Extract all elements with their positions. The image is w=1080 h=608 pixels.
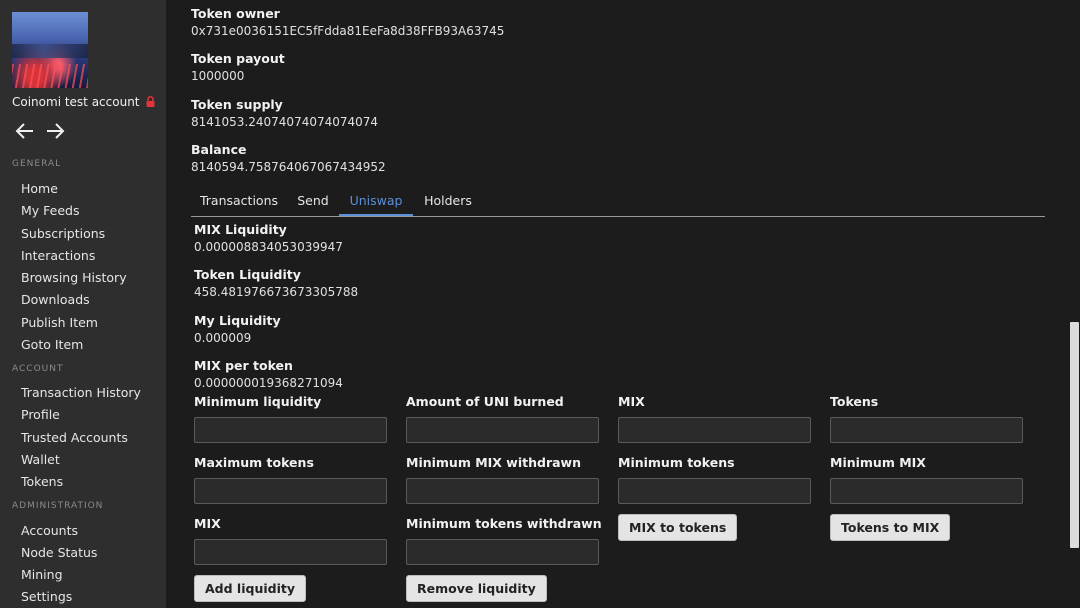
sidebar-item-wallet[interactable]: Wallet xyxy=(21,452,60,467)
sidebar-item-goto-item[interactable]: Goto Item xyxy=(21,337,83,352)
swap-mix-label: MIX xyxy=(618,394,645,409)
mix-liquidity-value: 0.000008834053039947 xyxy=(194,240,343,254)
mix-per-token-label: MIX per token xyxy=(194,358,293,373)
minimum-mix-label: Minimum MIX xyxy=(830,455,926,470)
scroll-thumb[interactable] xyxy=(1070,322,1079,548)
swap-tokens-label: Tokens xyxy=(830,394,879,409)
account-name[interactable]: Coinomi test account xyxy=(12,95,155,110)
remove-liquidity-button[interactable]: Remove liquidity xyxy=(406,575,547,602)
sidebar-item-accounts[interactable]: Accounts xyxy=(21,523,78,538)
token-liquidity-value: 458.481976673673305788 xyxy=(194,285,359,299)
add-mix-label: MIX xyxy=(194,516,221,531)
sidebar-item-browsing-history[interactable]: Browsing History xyxy=(21,270,127,285)
sidebar-item-tokens[interactable]: Tokens xyxy=(21,474,63,489)
mix-to-tokens-button[interactable]: MIX to tokens xyxy=(618,514,738,541)
scrollbar[interactable] xyxy=(1069,0,1080,608)
sidebar: Coinomi test account GENERAL Home My Fee… xyxy=(0,0,166,608)
sidebar-item-mining[interactable]: Mining xyxy=(21,567,63,582)
token-owner-label: Token owner xyxy=(191,6,280,21)
avatar[interactable] xyxy=(12,12,88,88)
add-liquidity-button[interactable]: Add liquidity xyxy=(194,575,306,602)
uni-burned-label: Amount of UNI burned xyxy=(406,394,564,409)
tab-holders[interactable]: Holders xyxy=(413,186,483,215)
sidebar-item-trusted-accounts[interactable]: Trusted Accounts xyxy=(21,430,128,445)
tab-uniswap[interactable]: Uniswap xyxy=(339,186,413,216)
token-supply-value: 8141053.24074074074074074 xyxy=(191,115,379,129)
section-general: GENERAL xyxy=(12,159,62,169)
sidebar-item-home[interactable]: Home xyxy=(21,181,58,196)
sidebar-item-subscriptions[interactable]: Subscriptions xyxy=(21,226,105,241)
token-payout-label: Token payout xyxy=(191,51,285,66)
token-supply-label: Token supply xyxy=(191,97,283,112)
history-navigation xyxy=(14,120,66,142)
minimum-tokens-input[interactable] xyxy=(618,478,811,504)
minimum-tokens-withdrawn-label: Minimum tokens withdrawn xyxy=(406,516,602,531)
sidebar-item-interactions[interactable]: Interactions xyxy=(21,248,95,263)
minimum-liquidity-label: Minimum liquidity xyxy=(194,394,322,409)
uni-burned-input[interactable] xyxy=(406,417,599,443)
section-administration: ADMINISTRATION xyxy=(12,501,104,511)
account-name-label: Coinomi test account xyxy=(12,95,140,109)
sidebar-item-publish-item[interactable]: Publish Item xyxy=(21,315,98,330)
minimum-mix-withdrawn-input[interactable] xyxy=(406,478,599,504)
section-account: ACCOUNT xyxy=(12,364,64,374)
sidebar-item-my-feeds[interactable]: My Feeds xyxy=(21,203,80,218)
swap-tokens-input[interactable] xyxy=(830,417,1023,443)
my-liquidity-value: 0.000009 xyxy=(194,331,252,345)
sidebar-item-node-status[interactable]: Node Status xyxy=(21,545,97,560)
minimum-mix-withdrawn-label: Minimum MIX withdrawn xyxy=(406,455,581,470)
tokens-to-mix-button[interactable]: Tokens to MIX xyxy=(830,514,951,541)
token-liquidity-label: Token Liquidity xyxy=(194,267,301,282)
token-payout-value: 1000000 xyxy=(191,69,245,83)
swap-mix-input[interactable] xyxy=(618,417,811,443)
back-arrow-icon[interactable] xyxy=(14,120,36,142)
token-tabs: Transactions Send Uniswap Holders xyxy=(191,186,1045,217)
add-mix-input[interactable] xyxy=(194,539,387,565)
balance-value: 8140594.758764067067434952 xyxy=(191,160,386,174)
minimum-liquidity-input[interactable] xyxy=(194,417,387,443)
sidebar-item-profile[interactable]: Profile xyxy=(21,407,60,422)
sidebar-item-transaction-history[interactable]: Transaction History xyxy=(21,385,141,400)
mix-liquidity-label: MIX Liquidity xyxy=(194,222,287,237)
lock-icon xyxy=(146,96,155,110)
maximum-tokens-label: Maximum tokens xyxy=(194,455,314,470)
main-content: Token owner 0x731e0036151EC5fFdda81EeFa8… xyxy=(166,0,1080,608)
mix-per-token-value: 0.000000019368271094 xyxy=(194,376,343,390)
sidebar-item-downloads[interactable]: Downloads xyxy=(21,292,90,307)
sidebar-item-settings[interactable]: Settings xyxy=(21,589,72,604)
balance-label: Balance xyxy=(191,142,247,157)
maximum-tokens-input[interactable] xyxy=(194,478,387,504)
tab-send[interactable]: Send xyxy=(287,186,339,215)
tab-transactions[interactable]: Transactions xyxy=(191,186,287,215)
token-owner-value: 0x731e0036151EC5fFdda81EeFa8d38FFB93A637… xyxy=(191,24,505,38)
my-liquidity-label: My Liquidity xyxy=(194,313,281,328)
minimum-mix-input[interactable] xyxy=(830,478,1023,504)
forward-arrow-icon[interactable] xyxy=(44,120,66,142)
minimum-tokens-label: Minimum tokens xyxy=(618,455,735,470)
minimum-tokens-withdrawn-input[interactable] xyxy=(406,539,599,565)
